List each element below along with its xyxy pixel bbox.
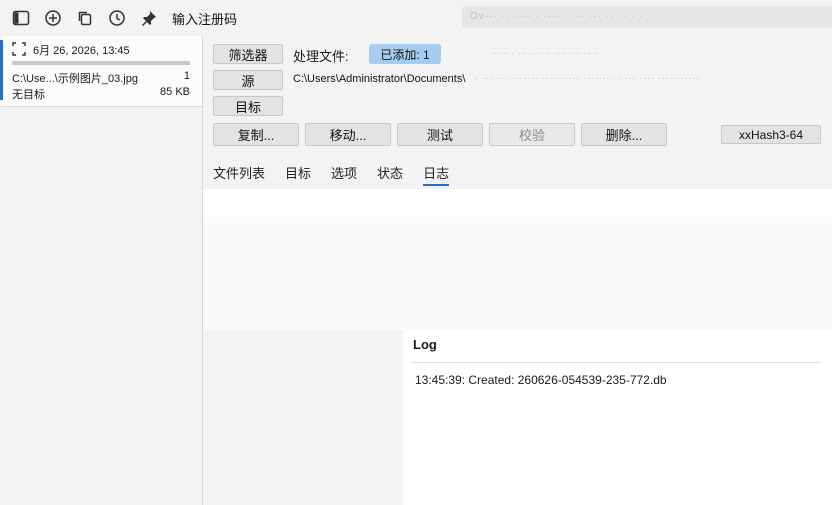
add-icon[interactable] <box>43 8 63 28</box>
source-path-blurred: · ··· ·· ········ ·········· ········ · … <box>475 73 700 84</box>
job-item[interactable]: 6月 26, 2026, 13:45 C:\Use...\示例图片_03.jpg… <box>0 36 202 107</box>
job-selected-indicator <box>0 40 3 100</box>
tab-status[interactable]: 状态 <box>377 163 403 186</box>
tab-target[interactable]: 目标 <box>285 163 311 186</box>
expand-icon <box>12 42 26 59</box>
job-progress-bar <box>12 61 190 65</box>
hash-algorithm-select[interactable]: xxHash3-64 <box>721 125 821 144</box>
source-button[interactable]: 源 <box>213 70 283 90</box>
delete-button[interactable]: 删除... <box>581 123 667 146</box>
main-panel: 筛选器 处理文件: 已添加: 1 · ·· · ·· ·· · · ··· · … <box>203 36 832 505</box>
job-list-panel: 6月 26, 2026, 13:45 C:\Use...\示例图片_03.jpg… <box>0 36 203 505</box>
filter-button[interactable]: 筛选器 <box>213 44 283 64</box>
blurred-status-text: Ov··· ·· ···· · ···· · ··· ··· ·· ·· · · <box>462 6 832 28</box>
register-code-link[interactable]: 输入注册码 <box>172 9 237 28</box>
job-file-path: C:\Use...\示例图片_03.jpg <box>12 73 138 85</box>
copy-icon[interactable] <box>75 8 95 28</box>
copy-button[interactable]: 复制... <box>213 123 299 146</box>
tab-bar: 文件列表 目标 选项 状态 日志 <box>213 163 450 186</box>
target-button[interactable]: 目标 <box>213 96 283 116</box>
tab-file-list[interactable]: 文件列表 <box>213 163 265 186</box>
tab-log[interactable]: 日志 <box>423 163 450 186</box>
move-button[interactable]: 移动... <box>305 123 391 146</box>
verify-button[interactable]: 校验 <box>489 123 575 146</box>
log-title: Log <box>413 337 437 352</box>
source-path: C:\Users\Administrator\Documents\ <box>293 73 466 85</box>
log-entry: 13:45:39: Created: 260626-054539-235-772… <box>415 373 667 387</box>
test-button[interactable]: 测试 <box>397 123 483 146</box>
blurred-info-text: · ·· · ·· ·· · · ··· · · ·· · <box>493 48 599 59</box>
added-badge[interactable]: 已添加: 1 <box>369 44 441 64</box>
log-upper-area <box>203 217 832 330</box>
processing-label: 处理文件: <box>293 49 349 64</box>
sidebar-toggle-icon[interactable] <box>11 8 31 28</box>
job-file-count: 1 <box>183 70 190 82</box>
history-icon[interactable] <box>107 8 127 28</box>
pin-icon[interactable] <box>139 8 159 28</box>
log-side-area <box>203 330 403 505</box>
job-date: 6月 26, 2026, 13:45 <box>33 45 130 57</box>
tab-options[interactable]: 选项 <box>331 163 357 186</box>
top-toolbar: 输入注册码 Ov··· ·· ···· · ···· · ··· ··· ·· … <box>0 0 832 36</box>
tab-content-header <box>203 189 832 217</box>
log-divider <box>411 362 821 363</box>
job-size: 85 KB <box>160 86 190 98</box>
log-panel: Log 13:45:39: Created: 260626-054539-235… <box>403 330 832 505</box>
job-target: 无目标 <box>12 89 45 101</box>
